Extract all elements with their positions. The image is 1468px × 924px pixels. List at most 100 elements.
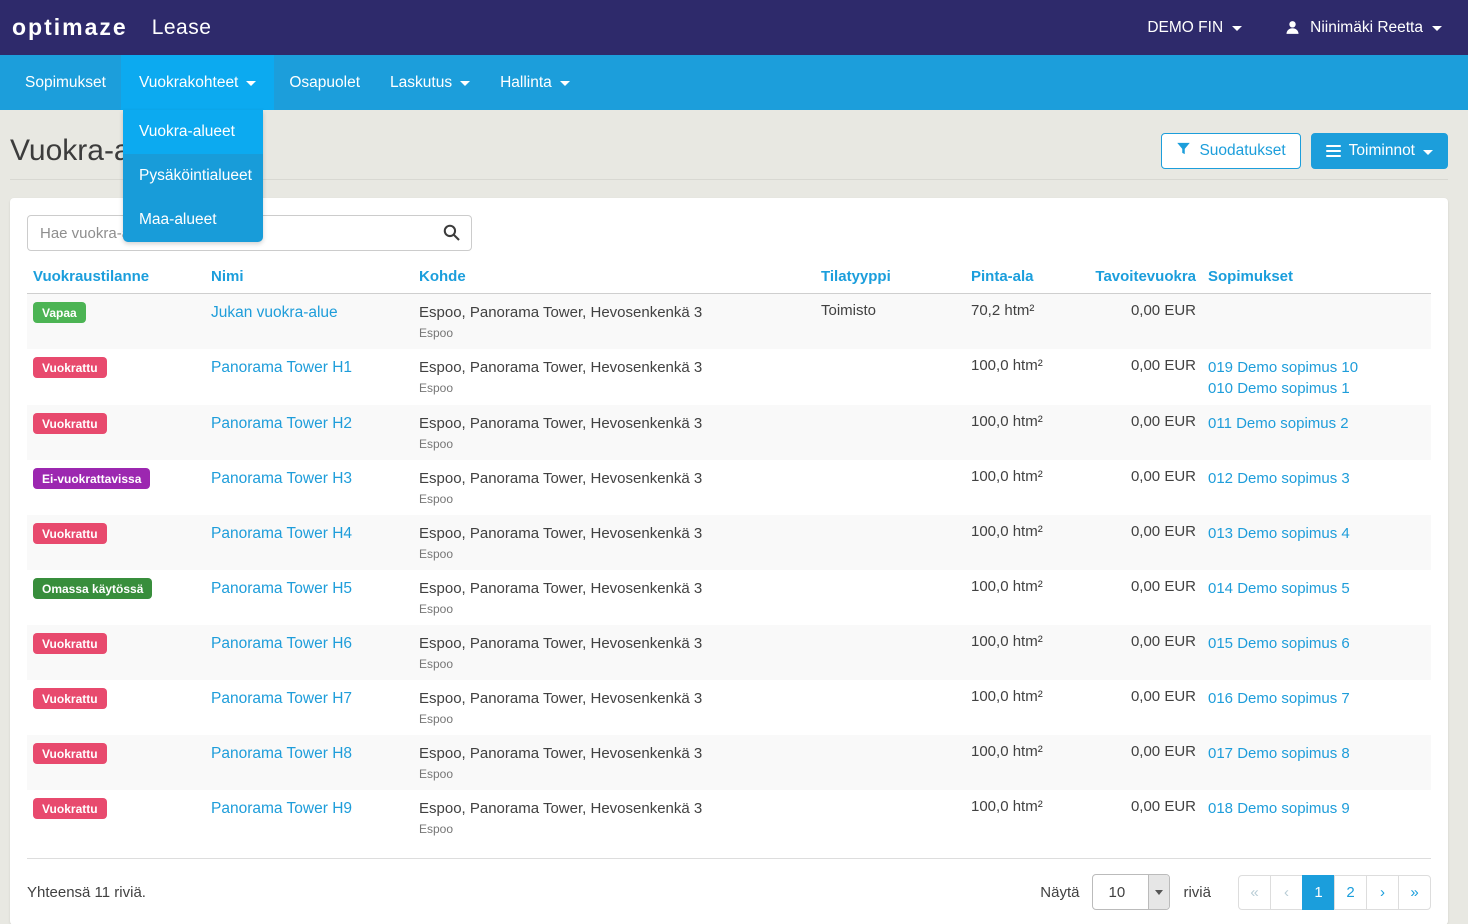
total-rows-text: Yhteensä 11 riviä. bbox=[27, 884, 146, 901]
rental-areas-table: Vuokraustilanne Nimi Kohde Tilatyyppi Pi… bbox=[27, 263, 1431, 845]
col-header-tavoitevuokra[interactable]: Tavoitevuokra bbox=[1035, 263, 1202, 294]
table-row: Vuokrattu Panorama Tower H8 Espoo, Panor… bbox=[27, 735, 1431, 790]
status-badge: Vuokrattu bbox=[33, 798, 107, 819]
tenant-menu[interactable]: DEMO FIN bbox=[1147, 19, 1242, 37]
kohde-sub-text: Espoo bbox=[419, 654, 809, 674]
nav-item-sopimukset[interactable]: Sopimukset bbox=[10, 55, 121, 110]
nav-item-vuokrakohteet[interactable]: Vuokrakohteet bbox=[121, 55, 274, 110]
tilatyyppi-text bbox=[815, 680, 965, 735]
select-chevron-box bbox=[1148, 875, 1169, 909]
brand-logo: optimaze bbox=[12, 14, 128, 41]
col-header-pinta-ala[interactable]: Pinta-ala bbox=[965, 263, 1035, 294]
actions-button[interactable]: Toiminnot bbox=[1311, 133, 1448, 169]
tilatyyppi-text bbox=[815, 405, 965, 460]
chevron-down-icon bbox=[560, 81, 570, 86]
prev-page-button[interactable]: ‹ bbox=[1270, 875, 1303, 910]
tilatyyppi-text: Toimisto bbox=[815, 294, 965, 350]
status-badge: Vapaa bbox=[33, 302, 86, 323]
rent-value: 0,00 EUR bbox=[1035, 294, 1202, 350]
area-value: 70,2 htm² bbox=[965, 294, 1035, 350]
topbar-right: DEMO FIN Niinimäki Reetta bbox=[1147, 19, 1442, 37]
area-value: 100,0 htm² bbox=[965, 405, 1035, 460]
contract-link[interactable]: 011 Demo sopimus 2 bbox=[1208, 413, 1425, 434]
contract-link[interactable]: 017 Demo sopimus 8 bbox=[1208, 743, 1425, 764]
contract-link[interactable]: 014 Demo sopimus 5 bbox=[1208, 578, 1425, 599]
status-badge: Vuokrattu bbox=[33, 688, 107, 709]
first-page-button[interactable]: « bbox=[1238, 875, 1271, 910]
rental-area-link[interactable]: Panorama Tower H1 bbox=[211, 359, 352, 376]
page-2-button[interactable]: 2 bbox=[1334, 875, 1367, 910]
rental-area-link[interactable]: Panorama Tower H9 bbox=[211, 800, 352, 817]
contract-link[interactable]: 019 Demo sopimus 10 bbox=[1208, 357, 1425, 378]
contract-link[interactable]: 018 Demo sopimus 9 bbox=[1208, 798, 1425, 819]
rent-value: 0,00 EUR bbox=[1035, 680, 1202, 735]
rent-value: 0,00 EUR bbox=[1035, 790, 1202, 845]
rent-value: 0,00 EUR bbox=[1035, 515, 1202, 570]
kohde-text: Espoo, Panorama Tower, Hevosenkenkä 3 bbox=[419, 688, 809, 709]
chevron-down-icon bbox=[460, 81, 470, 86]
col-header-tilatyyppi[interactable]: Tilatyyppi bbox=[815, 263, 965, 294]
table-row: Vuokrattu Panorama Tower H1 Espoo, Panor… bbox=[27, 349, 1431, 405]
tilatyyppi-text bbox=[815, 460, 965, 515]
page-1-button[interactable]: 1 bbox=[1302, 875, 1335, 910]
menu-item-maa-alueet[interactable]: Maa-alueet bbox=[123, 198, 263, 242]
kohde-text: Espoo, Panorama Tower, Hevosenkenkä 3 bbox=[419, 633, 809, 654]
col-header-vuokraustilanne[interactable]: Vuokraustilanne bbox=[27, 263, 205, 294]
area-value: 100,0 htm² bbox=[965, 735, 1035, 790]
status-badge: Vuokrattu bbox=[33, 413, 107, 434]
rows-label: riviä bbox=[1183, 884, 1211, 901]
nav-label: Sopimukset bbox=[25, 74, 106, 92]
area-value: 100,0 htm² bbox=[965, 790, 1035, 845]
nav-item-osapuolet[interactable]: Osapuolet bbox=[274, 55, 375, 110]
menu-item-vuokra-alueet[interactable]: Vuokra-alueet bbox=[123, 110, 263, 154]
last-page-button[interactable]: » bbox=[1398, 875, 1431, 910]
kohde-text: Espoo, Panorama Tower, Hevosenkenkä 3 bbox=[419, 357, 809, 378]
rental-area-link[interactable]: Panorama Tower H2 bbox=[211, 415, 352, 432]
table-row: Vuokrattu Panorama Tower H9 Espoo, Panor… bbox=[27, 790, 1431, 845]
table-row: Vuokrattu Panorama Tower H2 Espoo, Panor… bbox=[27, 405, 1431, 460]
actions-button-label: Toiminnot bbox=[1349, 142, 1415, 160]
status-badge: Vuokrattu bbox=[33, 743, 107, 764]
contract-link[interactable]: 010 Demo sopimus 1 bbox=[1208, 378, 1425, 399]
rental-area-link[interactable]: Panorama Tower H6 bbox=[211, 635, 352, 652]
content-card: Vuokraustilanne Nimi Kohde Tilatyyppi Pi… bbox=[10, 198, 1448, 924]
rental-area-link[interactable]: Panorama Tower H4 bbox=[211, 525, 352, 542]
nav-item-laskutus[interactable]: Laskutus bbox=[375, 55, 485, 110]
contract-link[interactable]: 012 Demo sopimus 3 bbox=[1208, 468, 1425, 489]
contract-link[interactable]: 015 Demo sopimus 6 bbox=[1208, 633, 1425, 654]
rent-value: 0,00 EUR bbox=[1035, 625, 1202, 680]
contract-link[interactable]: 013 Demo sopimus 4 bbox=[1208, 523, 1425, 544]
nav-item-hallinta[interactable]: Hallinta bbox=[485, 55, 585, 110]
rent-value: 0,00 EUR bbox=[1035, 405, 1202, 460]
menu-item-pysakointialueet[interactable]: Pysäköintialueet bbox=[123, 154, 263, 198]
filter-funnel-icon bbox=[1176, 141, 1191, 161]
col-header-kohde[interactable]: Kohde bbox=[413, 263, 815, 294]
status-badge: Omassa käytössä bbox=[33, 578, 152, 599]
area-value: 100,0 htm² bbox=[965, 515, 1035, 570]
kohde-text: Espoo, Panorama Tower, Hevosenkenkä 3 bbox=[419, 578, 809, 599]
kohde-text: Espoo, Panorama Tower, Hevosenkenkä 3 bbox=[419, 413, 809, 434]
hamburger-icon bbox=[1326, 142, 1341, 160]
user-name: Niinimäki Reetta bbox=[1310, 19, 1423, 37]
col-header-sopimukset[interactable]: Sopimukset bbox=[1202, 263, 1431, 294]
kohde-sub-text: Espoo bbox=[419, 323, 809, 343]
next-page-button[interactable]: › bbox=[1366, 875, 1399, 910]
rental-area-link[interactable]: Panorama Tower H7 bbox=[211, 690, 352, 707]
chevron-down-icon bbox=[1232, 26, 1242, 31]
status-badge: Ei-vuokrattavissa bbox=[33, 468, 150, 489]
rent-value: 0,00 EUR bbox=[1035, 735, 1202, 790]
rental-area-link[interactable]: Jukan vuokra-alue bbox=[211, 304, 338, 321]
nav-label: Osapuolet bbox=[289, 74, 360, 92]
contract-link[interactable]: 016 Demo sopimus 7 bbox=[1208, 688, 1425, 709]
page-size-select[interactable]: 10 bbox=[1092, 874, 1170, 910]
main-nav: Sopimukset Vuokrakohteet Osapuolet Lasku… bbox=[0, 55, 1468, 110]
rental-area-link[interactable]: Panorama Tower H3 bbox=[211, 470, 352, 487]
table-row: Vuokrattu Panorama Tower H7 Espoo, Panor… bbox=[27, 680, 1431, 735]
filters-button[interactable]: Suodatukset bbox=[1161, 133, 1300, 169]
col-header-nimi[interactable]: Nimi bbox=[205, 263, 413, 294]
rental-area-link[interactable]: Panorama Tower H5 bbox=[211, 580, 352, 597]
user-menu[interactable]: Niinimäki Reetta bbox=[1284, 19, 1442, 37]
table-row: Vapaa Jukan vuokra-alue Espoo, Panorama … bbox=[27, 294, 1431, 350]
nav-label: Laskutus bbox=[390, 74, 452, 92]
rental-area-link[interactable]: Panorama Tower H8 bbox=[211, 745, 352, 762]
